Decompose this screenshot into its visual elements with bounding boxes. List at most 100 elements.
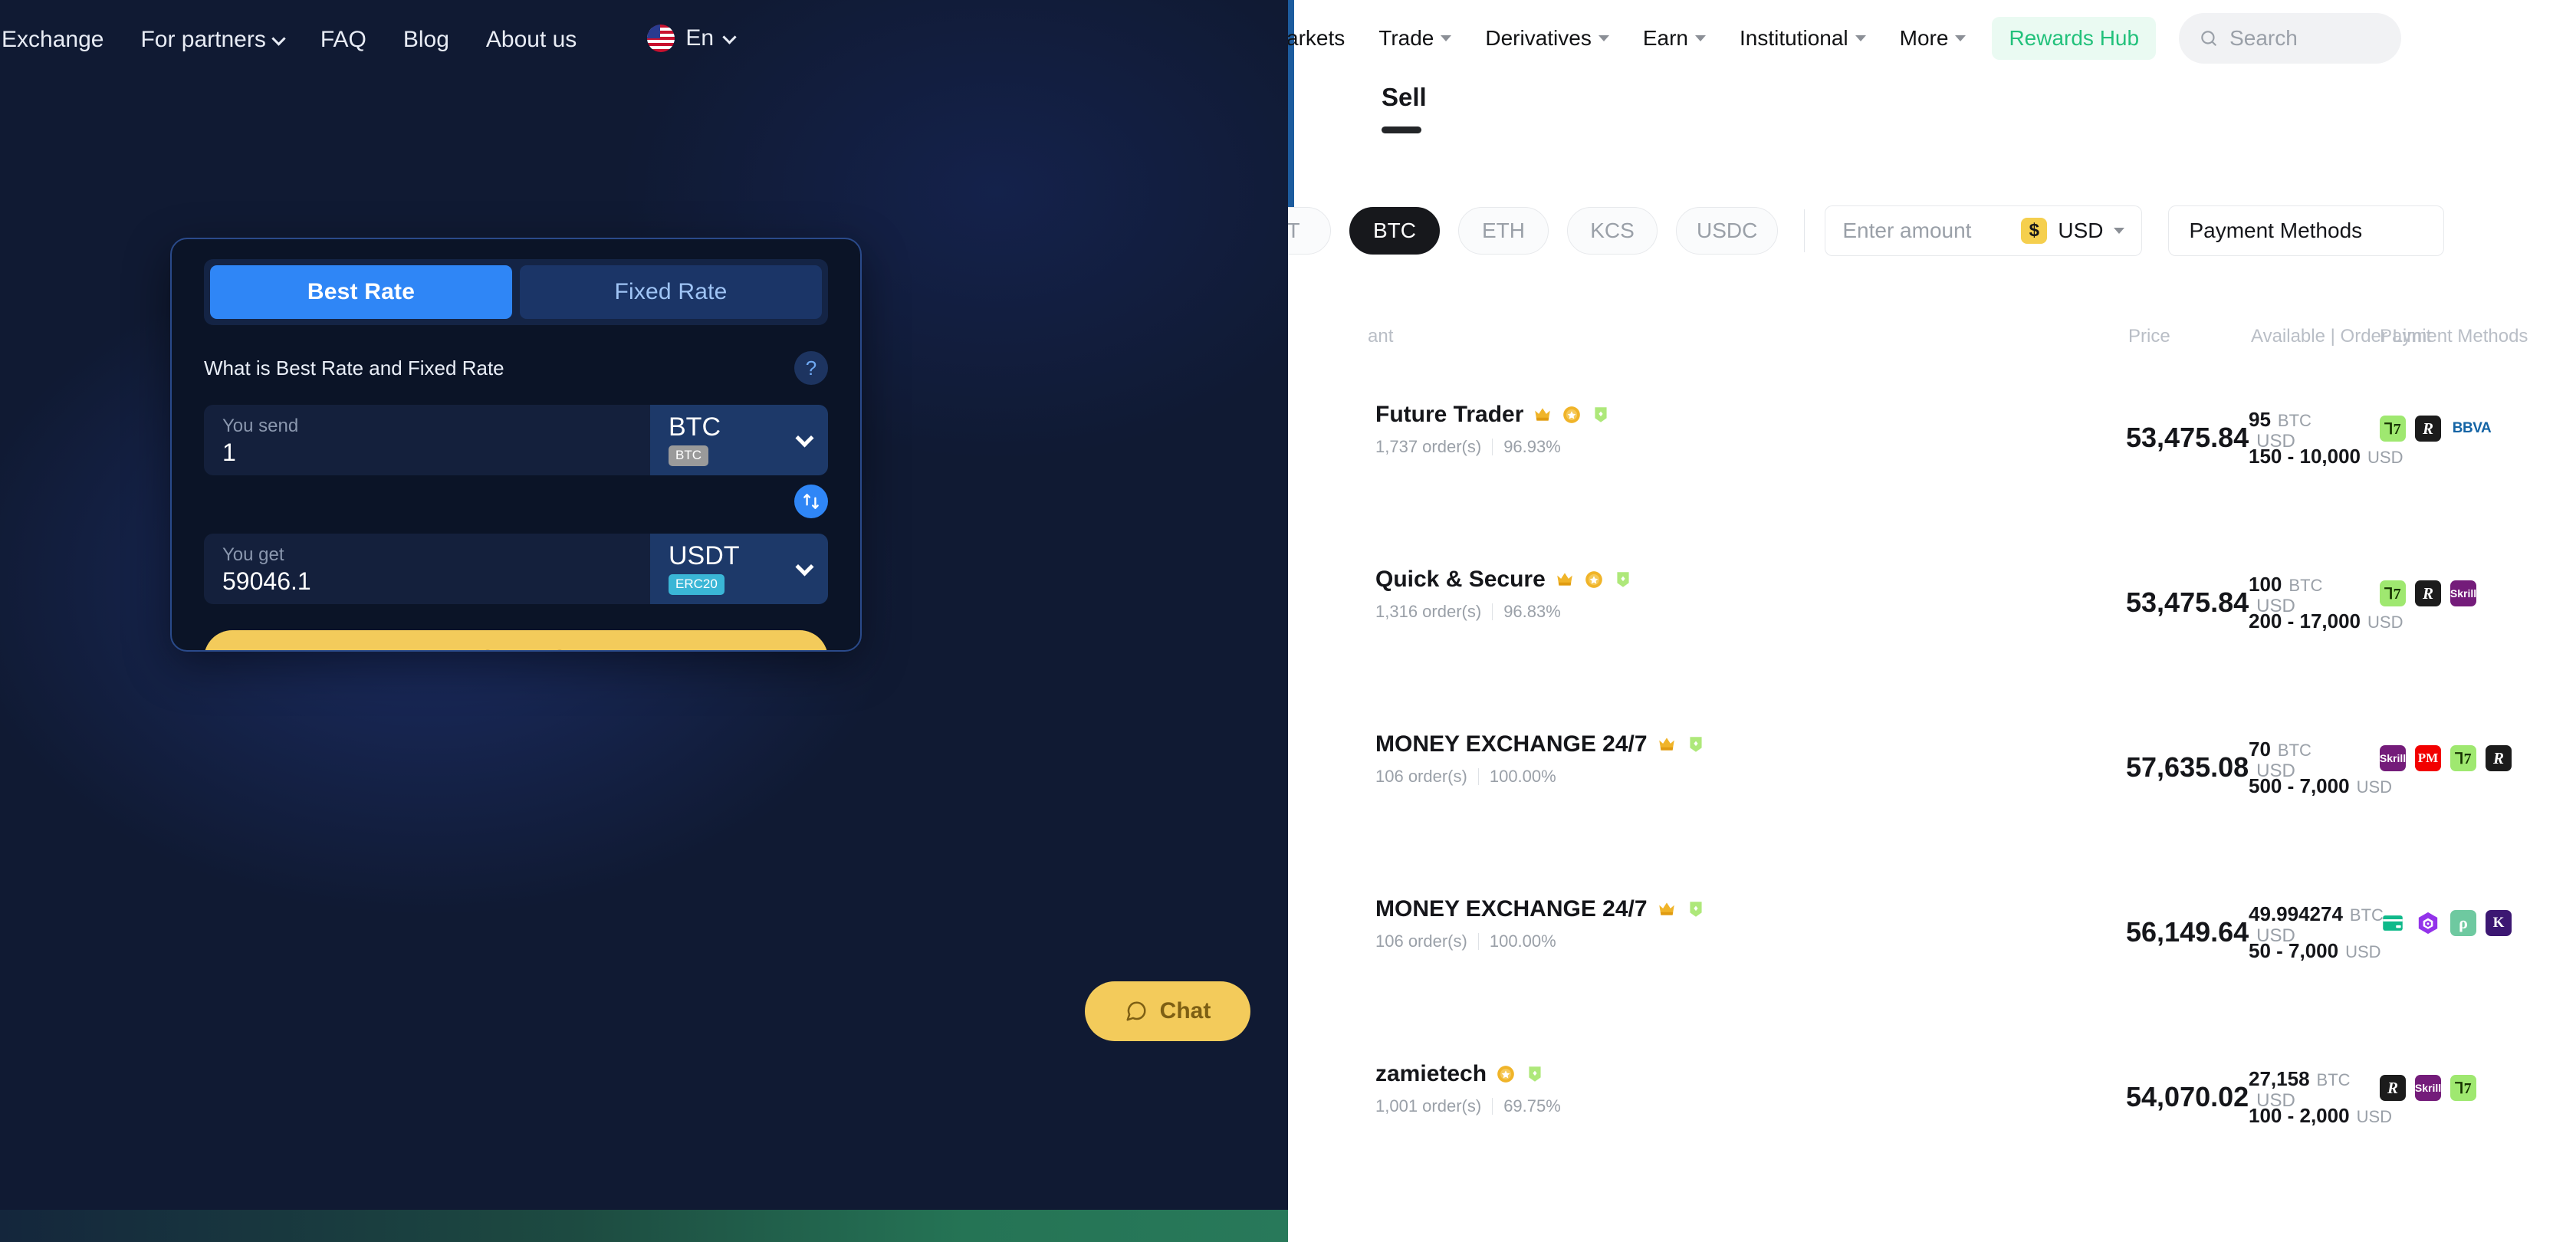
order-limit-range: 150 - 10,000 (2249, 445, 2361, 468)
coin-filter-dt[interactable]: DT (1288, 207, 1331, 255)
payeer-icon: ρ (2450, 910, 2476, 936)
merchant-name-row: MONEY EXCHANGE 24/7 (1375, 896, 1706, 922)
payment-methods-filter[interactable]: Payment Methods (2168, 205, 2445, 256)
table-rows: Future Trader 1,737 order(s) 96.93% 53,475.… (1288, 368, 2576, 1192)
left-nav-item-about-us[interactable]: About us (468, 19, 595, 61)
left-nav-item-for-partners[interactable]: For partners (122, 19, 301, 61)
right-nav-item-trade[interactable]: Trade (1362, 20, 1468, 57)
header-payment: Payment Methods (2380, 326, 2528, 347)
bottom-green-strip (0, 1210, 1288, 1242)
price-value: 56,149.64 (2126, 916, 2249, 948)
coin-filter-btc[interactable]: BTC (1349, 207, 1440, 255)
right-nav-item-earn[interactable]: Earn (1626, 20, 1723, 57)
chevron-down-icon (271, 31, 286, 46)
right-nav-item-derivatives[interactable]: Derivatives (1468, 20, 1625, 57)
right-nav-item-arkets[interactable]: arkets (1288, 20, 1362, 57)
order-limit-unit: USD (2356, 777, 2393, 797)
skrill-icon: Skrill (2380, 745, 2406, 771)
table-row[interactable]: MONEY EXCHANGE 24/7 106 order(s) 100.00% 57… (1288, 698, 2576, 863)
merchant-order-count: 1,316 order(s) (1375, 602, 1482, 621)
table-row[interactable]: MONEY EXCHANGE 24/7 106 order(s) 100.00% 56… (1288, 863, 2576, 1027)
left-nav-item-label: For partners (140, 27, 266, 52)
left-exchange-site: Exchange For partners FAQ Blog About us En B… (0, 0, 1288, 1242)
available-unit: BTC (2277, 411, 2312, 430)
chevron-down-icon (795, 428, 814, 448)
language-label: En (685, 25, 715, 51)
swap-icon[interactable] (794, 485, 828, 518)
language-selector[interactable]: En (629, 17, 753, 60)
coin-filter-pills: DT BTC ETH KCS USDC (1288, 207, 1796, 255)
merchant-name: zamietech (1375, 1061, 1487, 1086)
left-nav-item-exchange[interactable]: Exchange (0, 19, 122, 61)
chevron-down-icon (722, 29, 737, 44)
merchant-stats: 1,737 order(s) 96.93% (1375, 437, 1611, 457)
available-cell: 27,158 BTC 100 - 2,000 USD (2249, 1067, 2392, 1128)
filter-divider (1804, 209, 1806, 252)
rate-info-row: What is Best Rate and Fixed Rate ? (204, 351, 828, 385)
you-send-input[interactable]: You send 1 (204, 405, 650, 475)
stat-divider (1477, 768, 1479, 785)
get-coin-selector[interactable]: USDT ERC20 (650, 534, 828, 604)
best-rate-tab[interactable]: Best Rate (210, 265, 512, 319)
merchant-name-row: Quick & Secure (1375, 567, 1633, 593)
available-amount: 95 (2249, 408, 2271, 431)
shield-badge-icon (1617, 572, 1629, 587)
order-limit-range: 50 - 7,000 (2249, 939, 2339, 962)
chat-button[interactable]: Chat (1085, 981, 1250, 1041)
skrill-icon: Skrill (2415, 1075, 2441, 1101)
star-badge-icon (1585, 571, 1602, 588)
price-value: 53,475.84 (2126, 422, 2249, 453)
available-unit: BTC (2277, 741, 2312, 760)
search-input[interactable]: Search (2179, 13, 2402, 64)
left-nav-item-blog[interactable]: Blog (385, 19, 468, 61)
left-nav-items: Exchange For partners FAQ Blog About us (0, 19, 595, 61)
search-placeholder: Search (2229, 26, 2298, 50)
bank-card-icon (2380, 910, 2406, 936)
available-amount: 100 (2249, 573, 2282, 596)
merchant-order-count: 1,737 order(s) (1375, 437, 1482, 456)
order-limit-line: 200 - 17,000 USD (2249, 610, 2403, 633)
currency-selector[interactable]: $ USD (2007, 205, 2143, 256)
right-site-navbar: arkets Trade Derivatives Earn Institutional M… (1288, 0, 2576, 77)
help-icon[interactable]: ? (794, 351, 828, 385)
amount-input[interactable]: Enter amount (1825, 205, 2008, 256)
shield-badge-icon (1529, 1066, 1541, 1082)
coin-filter-usdc[interactable]: USDC (1676, 207, 1779, 255)
order-limit-unit: USD (2356, 1107, 2393, 1126)
rewards-hub-button[interactable]: Rewards Hub (1992, 17, 2157, 60)
exchange-button[interactable]: EXCHANGE (204, 630, 828, 650)
fixed-rate-tab[interactable]: Fixed Rate (520, 265, 822, 319)
right-nav-item-more[interactable]: More (1883, 20, 1983, 57)
payment-methods-cell: ⅂7 R BBVA (2380, 416, 2493, 442)
coin-filter-kcs[interactable]: KCS (1567, 207, 1658, 255)
rate-type-toggle: Best Rate Fixed Rate (204, 259, 828, 325)
you-send-value: 1 (222, 439, 236, 466)
skrill-icon: Skrill (2450, 580, 2476, 606)
right-nav-item-institutional[interactable]: Institutional (1723, 20, 1883, 57)
merchant-name: MONEY EXCHANGE 24/7 (1375, 896, 1648, 922)
table-row[interactable]: Quick & Secure 1,316 order(s) 96.83% 53,475… (1288, 533, 2576, 698)
table-row[interactable]: zamietech 1,001 order(s) 69.75% 54,070.02 US… (1288, 1027, 2576, 1192)
chevron-down-icon (1441, 35, 1452, 41)
order-limit-range: 500 - 7,000 (2249, 774, 2350, 797)
left-nav-item-faq[interactable]: FAQ (302, 19, 385, 61)
chevron-down-icon (1598, 35, 1609, 41)
left-nav-item-label: Exchange (2, 27, 104, 52)
right-p2p-site: arkets Trade Derivatives Earn Institutional M… (1288, 0, 2576, 1242)
right-nav-item-label: Earn (1642, 26, 1688, 50)
coin-filter-label: BTC (1373, 219, 1416, 242)
available-line: 27,158 BTC (2249, 1067, 2392, 1091)
send-coin-selector[interactable]: BTC BTC (650, 405, 828, 475)
table-row[interactable]: Future Trader 1,737 order(s) 96.93% 53,475.… (1288, 368, 2576, 533)
order-limit-unit: USD (2367, 448, 2404, 467)
you-get-value: 59046.1 (222, 567, 311, 595)
right-nav-item-label: arkets (1288, 26, 1346, 50)
send-coin-network: BTC (669, 445, 708, 466)
payment-methods-cell: ⅂7 R Skrill (2380, 580, 2476, 606)
merchant-order-count: 106 order(s) (1375, 932, 1467, 951)
coin-filter-eth[interactable]: ETH (1458, 207, 1549, 255)
sell-tab[interactable]: Sell (1382, 84, 1427, 133)
bbva-icon: BBVA (2452, 420, 2492, 436)
currency-label: USD (2058, 219, 2104, 242)
you-get-input[interactable]: You get 59046.1 (204, 534, 650, 604)
